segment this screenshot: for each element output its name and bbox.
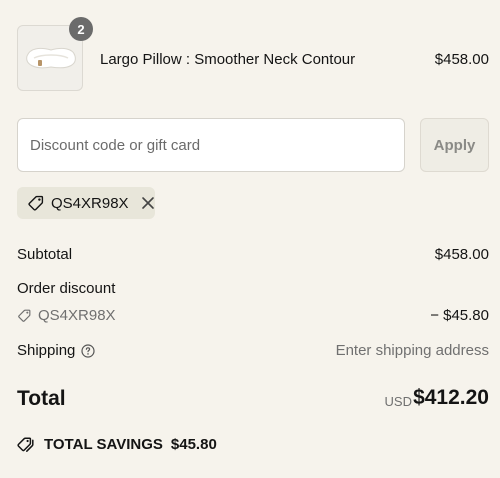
tags-icon bbox=[17, 437, 34, 452]
order-discount-label: Order discount bbox=[17, 280, 116, 297]
shipping-row-label: Shipping bbox=[17, 342, 95, 359]
total-currency: USD bbox=[384, 394, 412, 409]
product-name: Largo Pillow : Smoother Neck Contour bbox=[100, 51, 356, 68]
tag-icon bbox=[28, 195, 44, 211]
applied-discount-chip: QS4XR98X bbox=[17, 187, 155, 219]
pillow-image bbox=[26, 47, 76, 69]
total-label: Total bbox=[17, 387, 66, 410]
applied-code-text: QS4XR98X bbox=[51, 194, 129, 212]
savings-label: TOTAL SAVINGS bbox=[44, 436, 163, 453]
apply-button[interactable]: Apply bbox=[420, 118, 489, 172]
order-discount-code: QS4XR98X bbox=[17, 307, 116, 324]
subtotal-label: Subtotal bbox=[17, 246, 73, 263]
order-discount-code-text: QS4XR98X bbox=[38, 307, 116, 324]
order-discount-value: − $45.80 bbox=[430, 307, 489, 324]
info-icon[interactable] bbox=[81, 343, 95, 358]
shipping-label: Shipping bbox=[17, 342, 76, 359]
product-price: $458.00 bbox=[434, 51, 489, 68]
quantity-badge: 2 bbox=[69, 17, 93, 41]
subtotal-value: $458.00 bbox=[434, 246, 489, 263]
tag-icon bbox=[18, 309, 31, 322]
close-icon[interactable] bbox=[141, 196, 155, 210]
shipping-value: Enter shipping address bbox=[335, 342, 489, 359]
total-savings: TOTAL SAVINGS $45.80 bbox=[17, 436, 217, 453]
total-amount: $412.20 bbox=[413, 386, 489, 409]
discount-code-input[interactable] bbox=[17, 118, 405, 172]
savings-amount: $45.80 bbox=[170, 436, 217, 453]
